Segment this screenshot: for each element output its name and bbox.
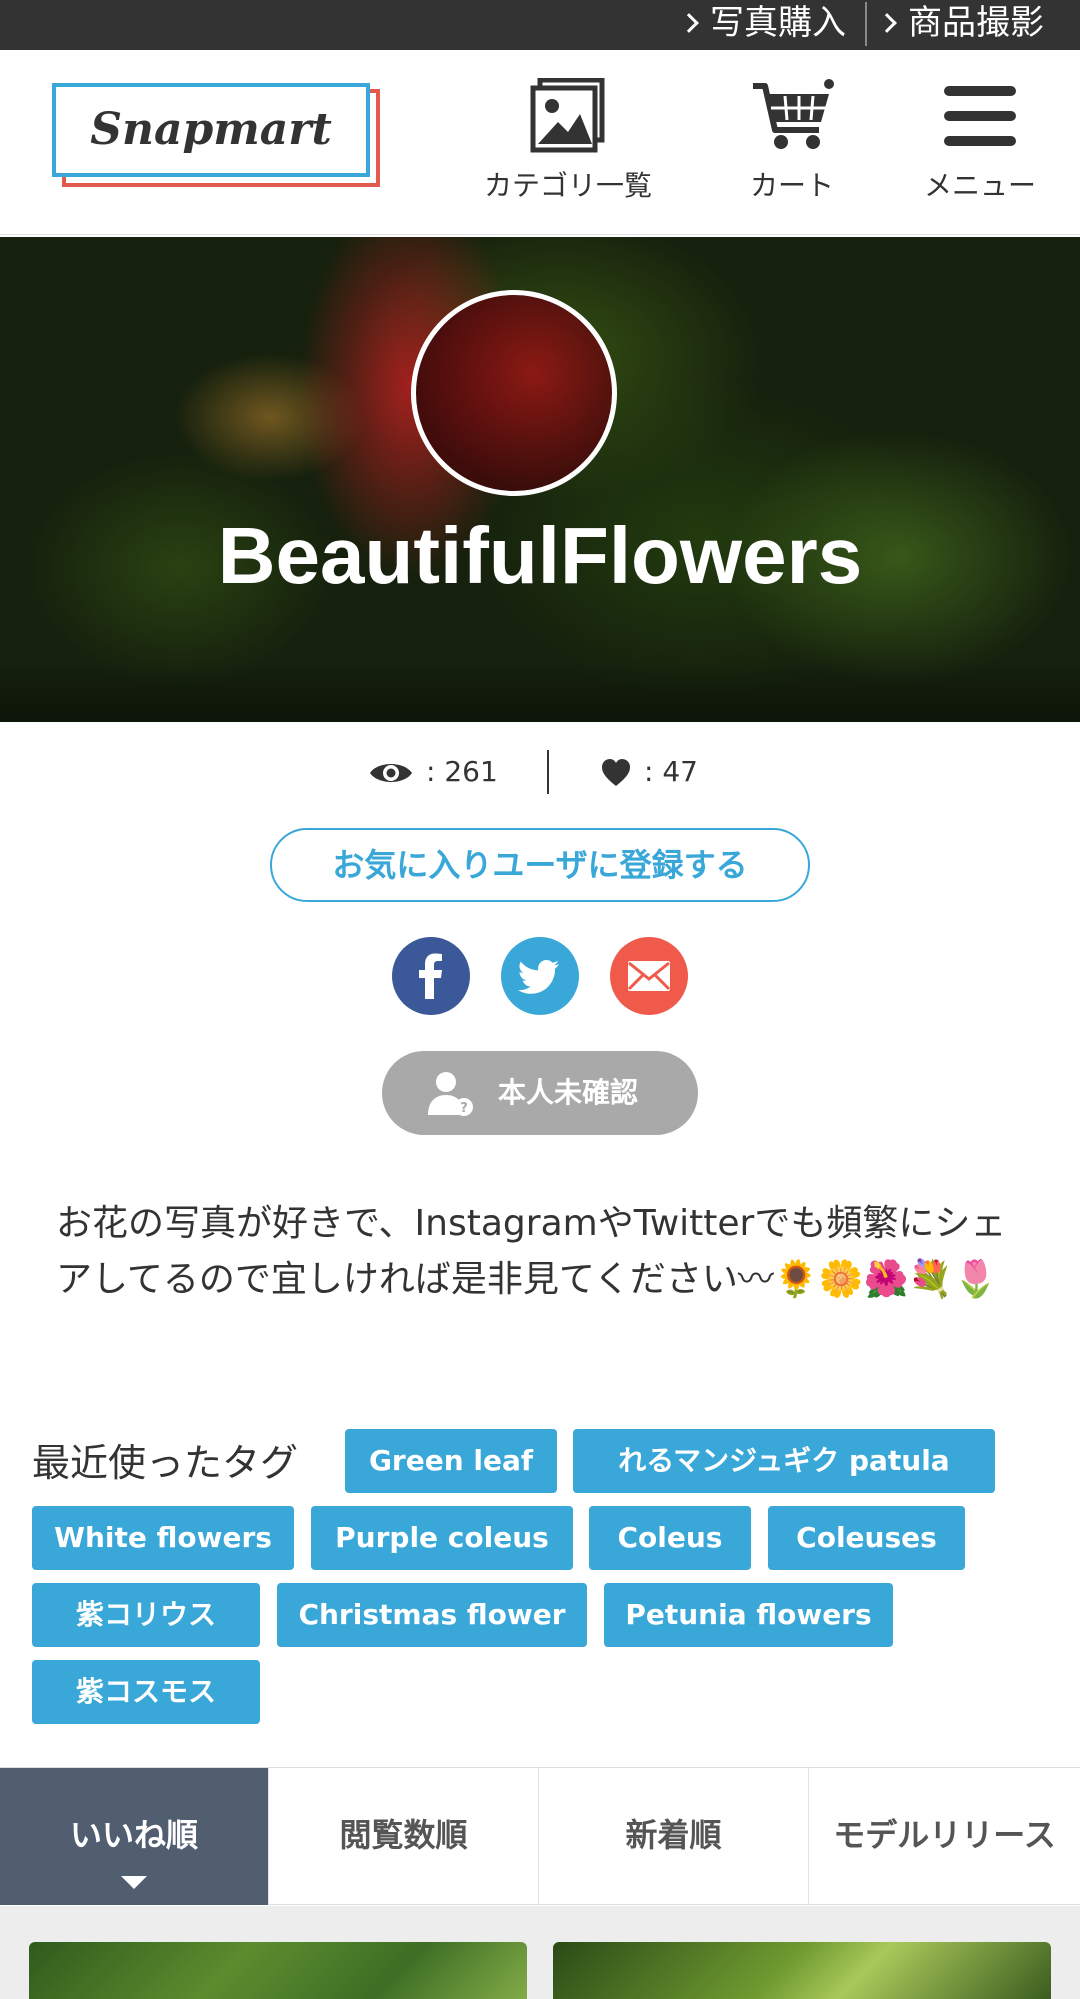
twitter-share-button[interactable] (501, 937, 579, 1015)
tag-purple-coleus-ja[interactable]: 紫コリウス (32, 1583, 260, 1647)
tab-views[interactable]: 閲覧数順 (268, 1768, 538, 1905)
mail-share-button[interactable] (610, 937, 688, 1015)
cart-button[interactable]: カート (692, 78, 892, 204)
product-photo-label: 商品撮影 (908, 3, 1044, 43)
menu-label: メニュー (923, 169, 1036, 202)
mail-icon (627, 961, 671, 991)
twitter-icon (518, 960, 559, 994)
tag-green-leaf[interactable]: Green leaf (345, 1429, 557, 1493)
likes-value: : 47 (644, 755, 698, 788)
photo-thumbnail[interactable] (29, 1942, 527, 1999)
recent-tags-heading: 最近使ったタグ (32, 1441, 299, 1485)
svg-text:?: ? (460, 1101, 468, 1116)
tab-likes-label: いいね順 (69, 1816, 198, 1854)
views-count: : 261 (368, 748, 498, 796)
tag-coleuses[interactable]: Coleuses (768, 1506, 965, 1570)
tab-newest[interactable]: 新着順 (538, 1768, 808, 1905)
views-value: : 261 (426, 755, 498, 788)
unverified-label: 本人未確認 (498, 1076, 639, 1109)
profile-bio: お花の写真が好きで、InstagramやTwitterでも頻繁にシェアしてるので… (56, 1203, 1007, 1300)
facebook-icon (419, 953, 442, 999)
tab-model-release-label: モデルリリース (833, 1816, 1056, 1854)
cart-icon (753, 79, 834, 149)
categories-button[interactable]: カテゴリ一覧 (468, 78, 668, 204)
divider (547, 750, 549, 794)
user-unverified-icon: ? (428, 1072, 473, 1116)
divider (865, 2, 867, 46)
buy-photos-label: 写真購入 (710, 3, 846, 43)
sort-tabs: いいね順 閲覧数順 新着順 モデルリリース (0, 1767, 1080, 1905)
unverified-badge: ? 本人未確認 (382, 1051, 698, 1135)
logo-text: Snapmart (90, 104, 332, 155)
tag-petunia-flowers[interactable]: Petunia flowers (604, 1583, 893, 1647)
tab-likes[interactable]: いいね順 (0, 1768, 268, 1905)
cart-label: カート (749, 169, 834, 202)
favorite-user-button[interactable]: お気に入りユーザに登録する (270, 828, 810, 902)
tag-purple-coleus[interactable]: Purple coleus (311, 1506, 573, 1570)
tag-white-flowers[interactable]: White flowers (32, 1506, 294, 1570)
categories-label: カテゴリ一覧 (483, 169, 652, 202)
eye-icon (370, 764, 412, 782)
heart-icon (602, 759, 630, 786)
chevron-right-icon (877, 13, 897, 33)
photo-grid (0, 1906, 1080, 1999)
tag-christmas-flower[interactable]: Christmas flower (277, 1583, 587, 1647)
buy-photos-link[interactable]: 写真購入 (679, 0, 846, 50)
tag-coleus[interactable]: Coleus (589, 1506, 751, 1570)
photo-thumbnail[interactable] (553, 1942, 1051, 1999)
tab-views-label: 閲覧数順 (339, 1816, 468, 1854)
product-photo-link[interactable]: 商品撮影 (877, 0, 1044, 50)
menu-button[interactable]: メニュー (880, 78, 1080, 204)
top-bar: 写真購入 商品撮影 (0, 0, 1080, 50)
image-gallery-icon (530, 78, 605, 153)
site-header: Snapmart カテゴリ一覧 カート メニュー (0, 50, 1080, 235)
likes-count: : 47 (600, 748, 698, 796)
avatar (411, 290, 617, 496)
tab-newest-label: 新着順 (625, 1816, 722, 1854)
tag-patula[interactable]: れるマンジュギク patula (573, 1429, 995, 1493)
facebook-share-button[interactable] (392, 937, 470, 1015)
profile-stats: : 261 : 47 (0, 748, 1080, 798)
logo[interactable]: Snapmart (52, 83, 370, 177)
chevron-right-icon (679, 13, 699, 33)
hamburger-menu-icon (944, 86, 1016, 146)
cover-shade (0, 662, 1080, 722)
username: BeautifulFlowers (217, 511, 863, 600)
caret-down-icon (121, 1876, 147, 1889)
tab-model-release[interactable]: モデルリリース (808, 1768, 1080, 1905)
profile-cover: BeautifulFlowers (0, 237, 1080, 722)
tag-purple-cosmos[interactable]: 紫コスモス (32, 1660, 260, 1724)
